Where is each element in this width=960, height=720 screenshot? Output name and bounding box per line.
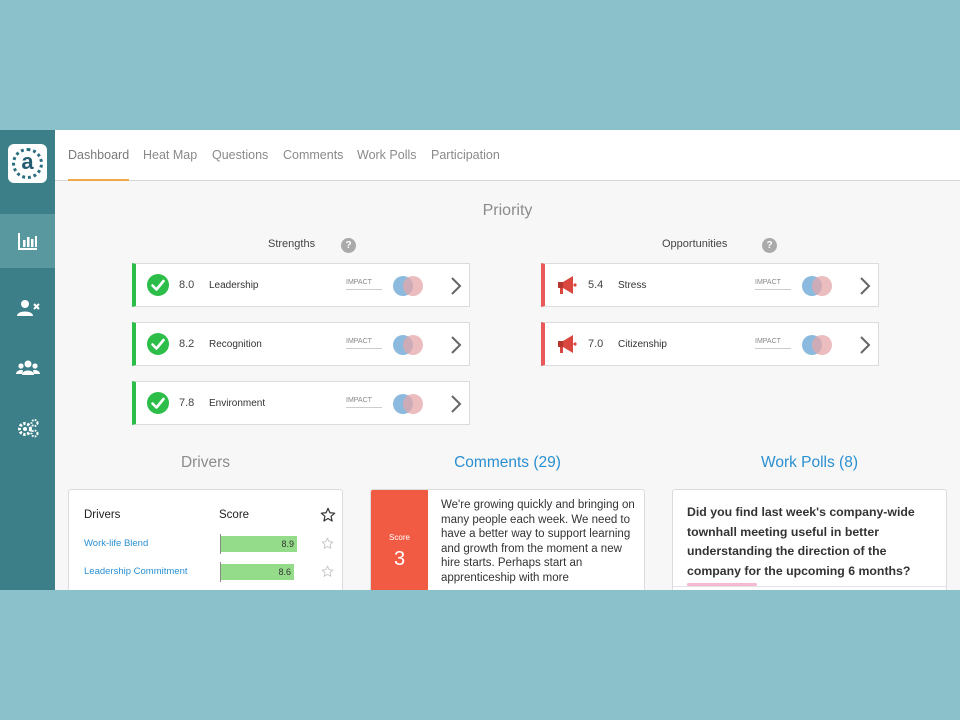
work-poll-card[interactable]: Did you find last week's company-wide to… [672,489,947,590]
strength-label: Leadership [209,280,259,291]
drivers-card: Drivers Score Work-life Blend 8.9 Leader… [68,489,343,590]
driver-name[interactable]: Leadership Commitment [84,566,188,577]
star-outline-icon[interactable] [321,565,334,578]
drivers-column-header: Drivers [84,509,121,521]
strength-label: Environment [209,398,266,409]
drivers-title: Drivers [180,454,231,471]
driver-score-bar: 8.9 [221,536,297,552]
chevron-right-icon[interactable] [450,335,462,355]
tab-heat-map[interactable]: Heat Map [143,130,197,181]
tab-dashboard[interactable]: Dashboard [68,130,130,181]
app-window: a Dashboard Heat Map Questions Comments … [0,130,960,590]
driver-score-bar: 8.6 [221,564,294,580]
comment-score-box: Score 3 [371,490,428,590]
check-circle-icon [147,333,169,355]
strength-score: 8.0 [179,279,195,291]
impact-label: IMPACT [755,338,791,349]
opportunities-heading: Opportunities [662,238,728,250]
tab-participation[interactable]: Participation [431,130,500,181]
comment-text: We're growing quickly and bringing on ma… [441,499,635,584]
chevron-right-icon[interactable] [450,276,462,296]
chevron-right-icon[interactable] [859,335,871,355]
sidebar-item-users[interactable] [0,281,55,335]
impact-label: IMPACT [346,338,382,349]
priority-title: Priority [482,202,533,219]
tab-work-polls[interactable]: Work Polls [357,130,417,181]
driver-row[interactable]: Work-life Blend 8.9 [84,534,339,554]
sidebar-item-dashboard[interactable] [0,214,55,268]
comment-card[interactable]: Score 3 We're growing quickly and bringi… [370,489,645,590]
strengths-heading: Strengths [268,238,316,250]
logo-letter: a [21,149,34,174]
sidebar-item-groups[interactable] [0,341,55,395]
impact-venn-icon [393,394,423,414]
strengths-help-icon[interactable]: ? [341,238,356,253]
driver-score: 8.6 [278,567,291,577]
strength-score: 7.8 [179,397,195,409]
driver-score: 8.9 [281,539,294,549]
driver-name[interactable]: Work-life Blend [84,538,148,549]
chevron-right-icon[interactable] [859,276,871,296]
sidebar-item-settings[interactable] [0,401,55,455]
opportunity-card[interactable]: 5.4 Stress IMPACT [541,263,879,307]
impact-label: IMPACT [755,279,791,290]
poll-question: Did you find last week's company-wide to… [687,505,915,578]
check-circle-icon [147,392,169,414]
logo-ring: a [12,148,43,179]
strength-card[interactable]: 8.0 Leadership IMPACT [132,263,470,307]
impact-venn-icon [802,276,832,296]
opportunity-card[interactable]: 7.0 Citizenship IMPACT [541,322,879,366]
impact-venn-icon [393,335,423,355]
group-icon [15,360,40,375]
opportunity-score: 7.0 [588,338,604,350]
star-icon[interactable] [320,507,336,523]
impact-label: IMPACT [346,397,382,408]
opportunity-label: Stress [618,280,647,291]
driver-row[interactable]: Leadership Commitment 8.6 [84,562,339,582]
comment-score-label: Score [389,533,410,542]
strength-card[interactable]: 8.2 Recognition IMPACT [132,322,470,366]
impact-label: IMPACT [346,279,382,290]
megaphone-icon [558,335,577,353]
user-remove-icon [16,300,40,316]
comments-title[interactable]: Comments (29) [370,454,645,472]
work-polls-title[interactable]: Work Polls (8) [672,454,947,472]
gears-icon [17,419,38,438]
impact-venn-icon [802,335,832,355]
check-circle-icon [147,274,169,296]
sidebar: a [0,130,55,590]
opportunities-help-icon[interactable]: ? [762,238,777,253]
tab-questions[interactable]: Questions [212,130,268,181]
score-column-header: Score [219,509,250,521]
megaphone-icon [558,276,577,294]
poll-progress-indicator [687,583,757,586]
strength-label: Recognition [209,339,262,350]
strength-score: 8.2 [179,338,195,350]
comment-score-value: 3 [393,548,406,570]
opportunity-label: Citizenship [618,339,667,350]
strength-card[interactable]: 7.8 Environment IMPACT [132,381,470,425]
opportunity-score: 5.4 [588,279,604,291]
top-nav: Dashboard Heat Map Questions Comments Wo… [55,130,960,181]
star-outline-icon[interactable] [321,537,334,550]
tab-comments[interactable]: Comments [283,130,343,181]
poll-divider [673,586,946,587]
app-logo[interactable]: a [8,144,47,183]
bar-chart-icon [17,233,37,250]
impact-venn-icon [393,276,423,296]
chevron-right-icon[interactable] [450,394,462,414]
